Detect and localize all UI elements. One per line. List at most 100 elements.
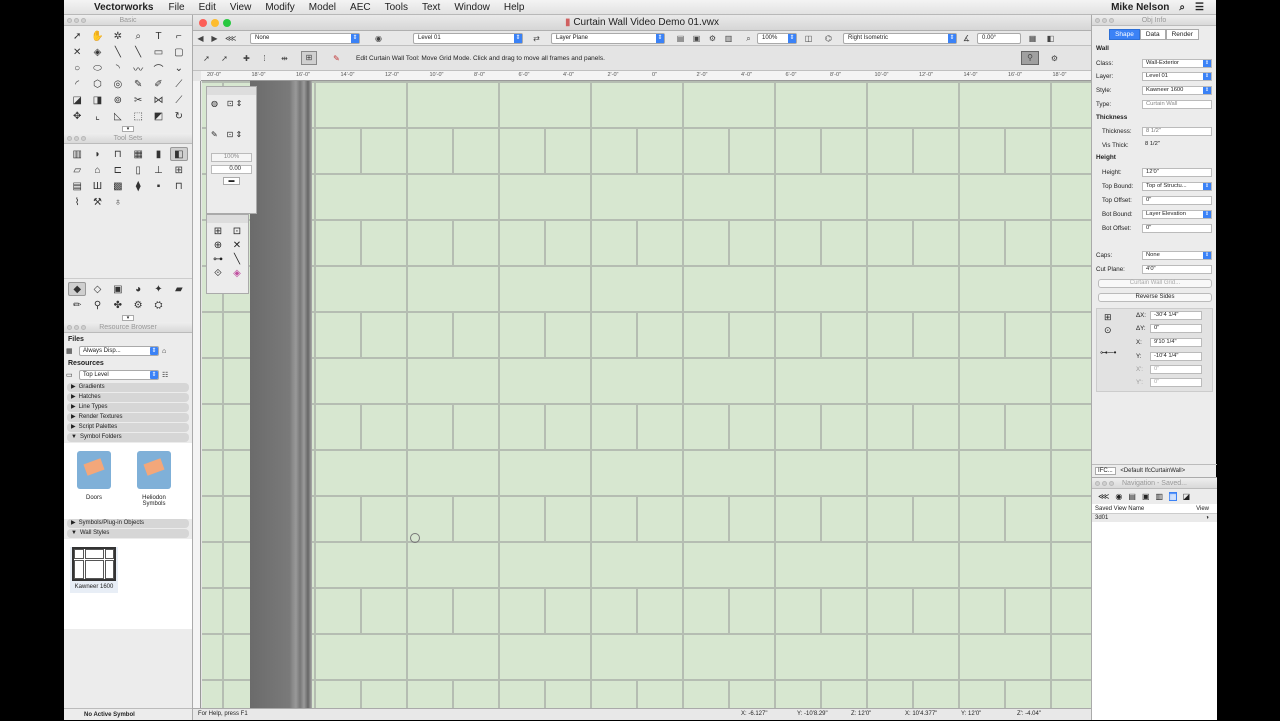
zoom-icon[interactable] — [223, 19, 231, 27]
menu-help[interactable]: Help — [497, 2, 532, 13]
menu-tools[interactable]: Tools — [378, 2, 415, 13]
stair-tool-icon[interactable]: ⊏ — [109, 163, 127, 177]
polyline-tool-icon[interactable]: ⌒ — [149, 61, 167, 76]
snap-icon[interactable]: ⚲ — [1021, 51, 1039, 65]
move-frame-mode-icon[interactable]: ⇹ — [279, 53, 290, 64]
lighting-tab-icon[interactable]: ✦ — [149, 282, 167, 296]
space-tool-icon[interactable]: ▯ — [129, 163, 147, 177]
nav-files-icon[interactable]: ◪ — [1183, 492, 1191, 501]
dims-notes-tab-icon[interactable]: ◇ — [88, 282, 106, 296]
fixture-tool-icon[interactable]: ⊓ — [170, 179, 188, 193]
nav-back-icon[interactable]: ⋘ — [1098, 492, 1109, 501]
app-menu[interactable]: Vectorworks — [90, 2, 161, 13]
furniture-tab-icon[interactable]: ▣ — [109, 282, 127, 296]
float-menu-button[interactable]: ▬ — [223, 177, 240, 185]
select-mode-icon[interactable]: ➚ — [201, 53, 212, 64]
folder-script-palettes[interactable]: ▶ Script Palettes — [67, 423, 189, 432]
ceiling-grid-tool-icon[interactable]: ⊞ — [170, 163, 188, 177]
saved-view-restore-icon[interactable]: ◑ — [1205, 515, 1209, 521]
landscape-tool-icon[interactable]: ⚒ — [88, 195, 106, 209]
zoom-tool-icon[interactable]: ⌕ — [129, 29, 147, 43]
zoom-icon-view[interactable]: ⌕ — [743, 33, 754, 44]
curtain-wall-grid-button[interactable]: Curtain Wall Grid... — [1098, 279, 1212, 288]
pan-tool-icon[interactable]: ✋ — [88, 29, 106, 43]
dx-field[interactable]: -30'4 1/4" — [1150, 311, 1202, 320]
home-icon[interactable]: ⌂ — [162, 348, 166, 355]
bot-offset-field[interactable]: 0" — [1142, 224, 1212, 233]
layer-options-icon[interactable]: ▥ — [723, 33, 734, 44]
flyover-tool-icon[interactable]: ✲ — [109, 29, 127, 43]
y-field[interactable]: -10'4 1/4" — [1150, 352, 1202, 361]
frame-line-icon[interactable]: ⊶ — [210, 254, 226, 265]
folder-render-textures[interactable]: ▶ Render Textures — [67, 413, 189, 422]
working-plane-icon[interactable]: ▦ — [1027, 33, 1038, 44]
visualization-tab-icon[interactable]: ⚲ — [88, 298, 106, 312]
machine-design-tab-icon[interactable]: ✤ — [109, 298, 127, 312]
cross-frame-icon[interactable]: ✕ — [229, 240, 245, 251]
folder-symbol-folders[interactable]: ▼ Symbol Folders — [67, 433, 189, 442]
truss-tool-icon[interactable]: ⧫ — [129, 179, 147, 193]
paint-tool-icon[interactable]: ◩ — [149, 109, 167, 123]
locus-tool-icon[interactable]: ✕ — [68, 45, 86, 59]
detailing-tab-icon[interactable]: ▰ — [170, 282, 188, 296]
files-select[interactable]: Always Disp... ⇕ — [79, 346, 159, 356]
tab-shape[interactable]: Shape — [1109, 29, 1140, 40]
plane-angle-field[interactable]: 0.00° — [977, 33, 1021, 44]
site-planning-tab-icon[interactable]: ◕ — [129, 282, 147, 296]
flyover-icon[interactable]: ◫ — [803, 33, 814, 44]
tab-render[interactable]: Render — [1165, 29, 1199, 40]
class-field[interactable]: Wall-Exterior ⇕ — [1142, 59, 1212, 68]
menu-edit[interactable]: Edit — [192, 2, 223, 13]
tool-preferences-icon[interactable]: ⚙ — [1049, 53, 1060, 64]
layer-select[interactable]: Level 01 ⇕ — [413, 33, 523, 44]
menu-view[interactable]: View — [223, 2, 259, 13]
roof-tool-icon[interactable]: ⌂ — [88, 163, 106, 177]
plane-select[interactable]: Layer Plane ⇕ — [551, 33, 665, 44]
door-tool-icon[interactable]: ⊓ — [109, 147, 127, 161]
regular-polygon-tool-icon[interactable]: ⬡ — [88, 77, 106, 91]
type-field[interactable]: Curtain Wall — [1142, 100, 1212, 109]
quarter-arc-tool-icon[interactable]: ◜ — [68, 77, 86, 91]
panel-icon[interactable]: ⊡ — [229, 226, 245, 237]
beam-tool-icon[interactable]: ▩ — [109, 179, 127, 193]
callout-tool-icon[interactable]: ⌐ — [170, 29, 188, 43]
nav-layers-icon[interactable]: ▤ — [1128, 492, 1136, 501]
menu-window[interactable]: Window — [447, 2, 497, 13]
move-grid-mode-icon[interactable]: ⊞ — [301, 51, 317, 65]
rotate-view-icon[interactable]: ⌬ — [823, 33, 834, 44]
grid-line-tool-icon[interactable]: ▤ — [68, 179, 86, 193]
grid-icon[interactable]: ⊞ — [210, 226, 226, 237]
circle-tool-icon[interactable]: ○ — [68, 61, 86, 75]
attribute-tool-icon[interactable]: ✐ — [149, 77, 167, 91]
folder-wall-styles[interactable]: ▼ Wall Styles — [67, 529, 189, 538]
settings-icon[interactable]: ⚙ — [707, 33, 718, 44]
trim-tool-icon[interactable]: ⟋ — [170, 93, 188, 107]
round-wall-tool-icon[interactable]: ◗ — [88, 147, 106, 161]
clip-tool-icon[interactable]: ⬚ — [129, 109, 147, 123]
menu-text[interactable]: Text — [415, 2, 447, 13]
float-value-field[interactable]: 0.00 — [211, 165, 252, 174]
x-field[interactable]: 9'10 1/4" — [1150, 338, 1202, 347]
polygon-tool-icon[interactable]: ⌄ — [170, 61, 188, 75]
connect-tool-icon[interactable]: ✂ — [129, 93, 147, 107]
folder-line-types[interactable]: ▶ Line Types — [67, 403, 189, 412]
panel-flip-icon[interactable]: ⟐ — [210, 268, 226, 279]
line-tool-icon[interactable]: ╲ — [109, 45, 127, 59]
basic-collapse-button[interactable]: ▾ — [64, 126, 192, 133]
framing-tool-icon[interactable]: ▪ — [149, 179, 167, 193]
ifc-button[interactable]: IFC... — [1095, 467, 1116, 475]
class-select[interactable]: None ⇕ — [250, 33, 360, 44]
list-view-icon[interactable]: ☷ — [162, 371, 168, 379]
folder-gradients[interactable]: ▶ Gradients — [67, 383, 189, 392]
bag-tool-icon[interactable]: ♁ — [109, 195, 127, 209]
menu-file[interactable]: File — [161, 2, 191, 13]
move-tool-icon[interactable]: ✥ — [68, 109, 86, 123]
layer-field[interactable]: Level 01 ⇕ — [1142, 72, 1212, 81]
spotlight-search-icon[interactable]: ⌕ — [1179, 2, 1185, 13]
back-icon[interactable]: ◀ — [195, 33, 206, 44]
rectangle-tool-icon[interactable]: ▭ — [149, 45, 167, 59]
nav-sheets-icon[interactable]: ▣ — [1142, 492, 1150, 501]
edit-pencil-icon[interactable]: ✎ — [331, 53, 342, 64]
arc-tool-icon[interactable]: ◝ — [109, 61, 127, 75]
rotate-tool-icon[interactable]: ↻ — [170, 109, 188, 123]
